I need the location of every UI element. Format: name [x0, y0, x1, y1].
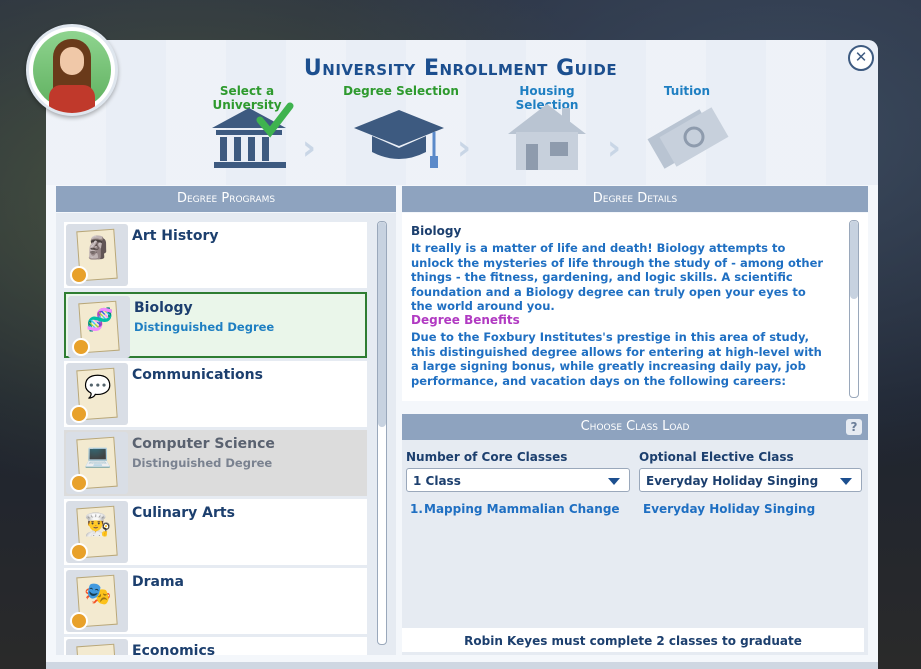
- degree-details-header: Degree Details: [402, 186, 868, 212]
- program-subtitle: Distinguished Degree: [132, 456, 273, 470]
- core-classes-dropdown[interactable]: 1 Class: [406, 468, 630, 492]
- dna-icon: 🧬: [68, 296, 130, 358]
- degree-details-panel: Biology It really is a matter of life an…: [402, 213, 868, 401]
- chevron-down-icon: [840, 478, 852, 485]
- program-culinary-arts[interactable]: 👨‍🍳 Culinary Arts: [64, 499, 367, 565]
- elective-course-name: Everyday Holiday Singing: [643, 502, 816, 516]
- choose-class-load-header: Choose Class Load: [402, 414, 868, 440]
- details-scrollbar[interactable]: [849, 220, 859, 398]
- step-label: Tuition: [663, 84, 711, 98]
- speech-bubbles-icon: 💬: [66, 363, 128, 425]
- degree-programs-header: Degree Programs: [56, 186, 396, 212]
- money-icon: [647, 107, 729, 169]
- degree-description: It really is a matter of life and death!…: [411, 241, 824, 313]
- help-icon[interactable]: ?: [846, 419, 862, 435]
- dialog-bottom-edge: [46, 662, 878, 669]
- degree-name: Biology: [411, 224, 462, 238]
- program-art-history[interactable]: 🗿 Art History: [64, 222, 367, 288]
- elective-class-dropdown[interactable]: Everyday Holiday Singing: [639, 468, 862, 492]
- step-tuition[interactable]: Tuition: [627, 84, 747, 98]
- program-biology[interactable]: 🧬 Biology Distinguished Degree: [64, 292, 367, 358]
- house-icon: [508, 104, 586, 170]
- program-name: Communications: [132, 367, 263, 383]
- core-classes-value: 1 Class: [413, 474, 461, 488]
- chevron-down-icon: [608, 478, 620, 485]
- graduation-requirement-text: Robin Keyes must complete 2 classes to g…: [464, 634, 802, 648]
- program-name: Drama: [132, 574, 185, 590]
- program-communications[interactable]: 💬 Communications: [64, 361, 367, 427]
- program-economics[interactable]: Economics: [64, 637, 367, 655]
- step-arrow-icon: ›: [457, 128, 472, 168]
- program-name: Biology: [134, 300, 193, 316]
- program-name: Computer Science: [132, 436, 275, 452]
- elective-class-label: Optional Elective Class: [639, 450, 794, 464]
- degree-program-list: 🗿 Art History 🧬 Biology Distinguished De…: [56, 213, 396, 655]
- program-drama[interactable]: 🎭 Drama: [64, 568, 367, 634]
- elective-class-value: Everyday Holiday Singing: [646, 474, 819, 488]
- program-name: Art History: [132, 228, 219, 244]
- core-classes-label: Number of Core Classes: [406, 450, 568, 464]
- bust-statue-icon: 🗿: [66, 224, 128, 286]
- core-course-name: Mapping Mammalian Change: [424, 502, 620, 516]
- scrollbar-thumb[interactable]: [850, 221, 858, 299]
- program-computer-science[interactable]: 💻 Computer Science Distinguished Degree: [64, 430, 367, 496]
- drama-masks-icon: 🎭: [66, 570, 128, 632]
- program-name: Economics: [132, 643, 216, 655]
- step-arrow-icon: ›: [302, 128, 317, 168]
- core-course-number: 1.: [410, 502, 423, 516]
- computer-icon: 💻: [66, 432, 128, 494]
- university-building-check-icon: [212, 102, 294, 168]
- program-name: Culinary Arts: [132, 505, 235, 521]
- degree-benefits-text: Due to the Foxbury Institutes's prestige…: [411, 330, 822, 388]
- graduation-cap-icon: [354, 110, 444, 168]
- step-degree-selection[interactable]: Degree Selection: [341, 84, 461, 98]
- graduation-requirement: Robin Keyes must complete 2 classes to g…: [402, 628, 864, 652]
- program-list-scrollbar[interactable]: [377, 221, 387, 645]
- degree-benefits-title: Degree Benefits: [411, 313, 520, 327]
- step-arrow-icon: ›: [607, 128, 622, 168]
- economics-icon: [66, 639, 128, 655]
- program-subtitle: Distinguished Degree: [134, 320, 275, 334]
- step-label: Degree Selection: [343, 84, 459, 98]
- scrollbar-thumb[interactable]: [378, 222, 386, 427]
- dialog-title: University Enrollment Guide: [303, 56, 618, 81]
- chef-hat-icon: 👨‍🍳: [66, 501, 128, 563]
